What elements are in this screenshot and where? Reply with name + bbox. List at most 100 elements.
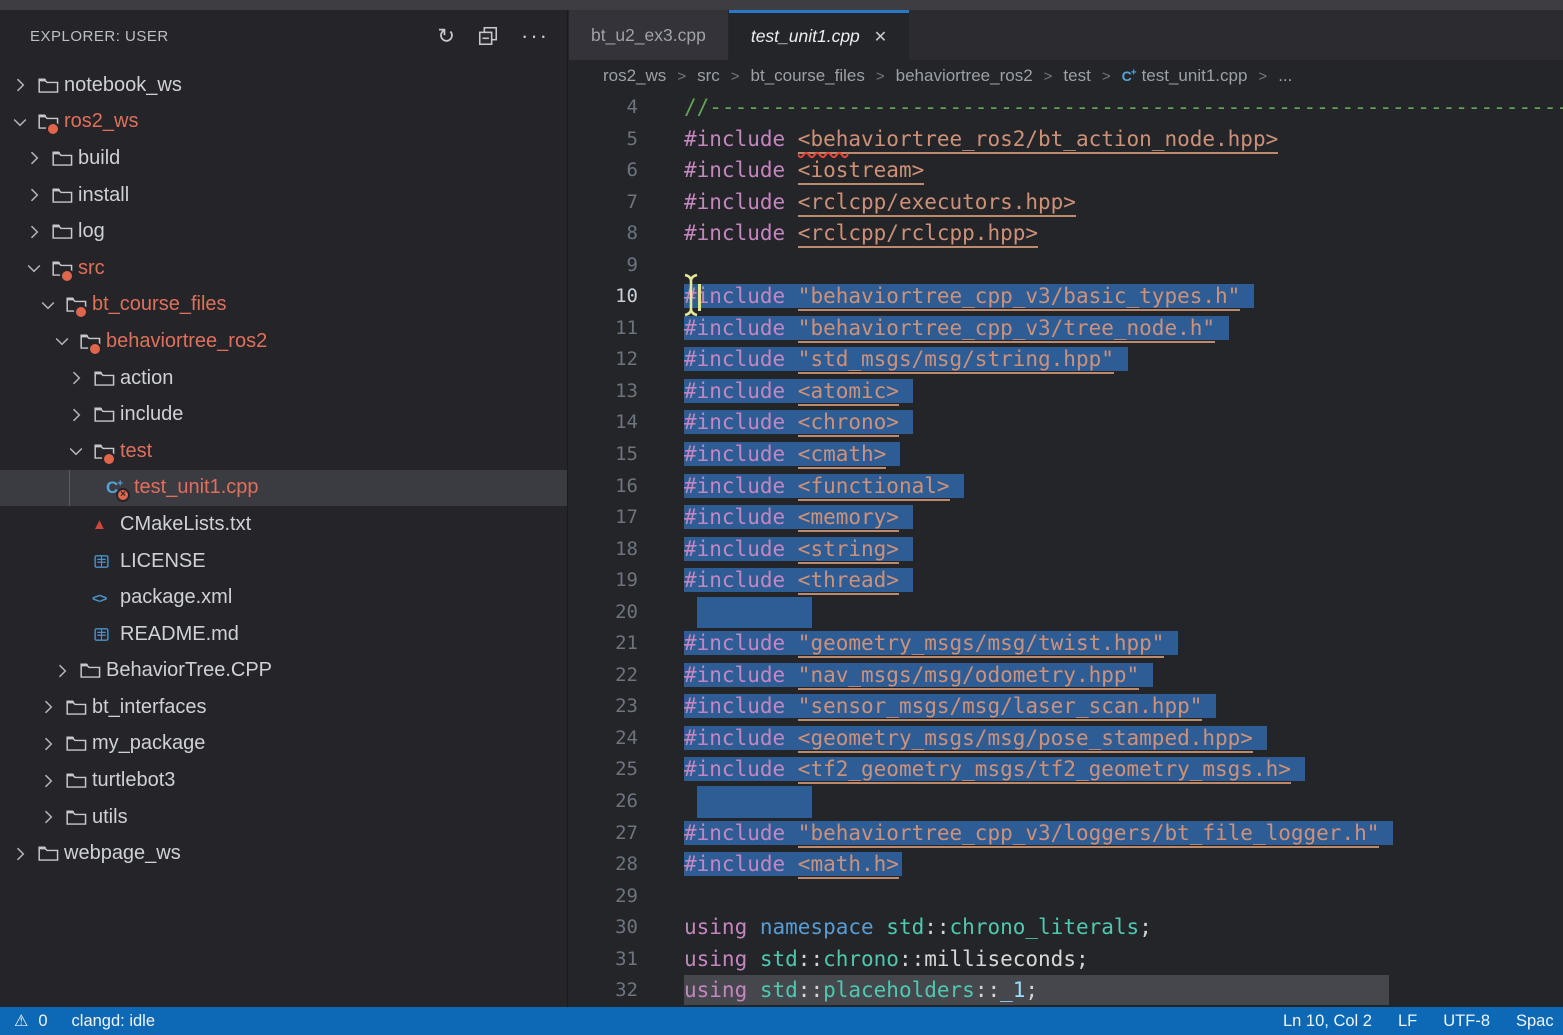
code-line-5[interactable]: 5#include <behaviortree_ros2/bt_action_n… [569,124,1563,156]
tree-item-build[interactable]: build [0,140,567,177]
code-line-30[interactable]: 30using namespace std::chrono_literals; [569,912,1563,944]
tab-test_unit1.cpp[interactable]: test_unit1.cpp✕ [729,10,909,60]
status-left: ⚠ 0 clangd: idle [14,1007,155,1035]
code-line-21[interactable]: 21#include "geometry_msgs/msg/twist.hpp" [569,628,1563,660]
code-line-18[interactable]: 18#include <string> [569,534,1563,566]
tree-item-label: bt_interfaces [92,696,207,719]
line-content: #include <behaviortree_ros2/bt_action_no… [684,124,1278,156]
token: #include [684,537,798,561]
breadcrumb-item-...[interactable]: ... [1278,66,1292,86]
code-line-32[interactable]: 32using std::placeholders::_1; [569,975,1563,1007]
breadcrumb-item-ros2_ws[interactable]: ros2_ws [603,66,666,86]
line-content: #include <string> [684,534,913,566]
breadcrumb-item-behaviortree_ros2[interactable]: behaviortree_ros2 [896,66,1033,86]
token: //--------------------------------------… [684,95,1563,119]
tree-item-log[interactable]: log [0,213,567,250]
tree-item-include[interactable]: include [0,396,567,433]
tree-item-webpage_ws[interactable]: webpage_ws [0,835,567,872]
token: std [760,947,798,971]
code-line-27[interactable]: 27#include "behaviortree_cpp_v3/loggers/… [569,818,1563,850]
warning-icon[interactable]: ⚠ [14,1011,28,1031]
code-line-31[interactable]: 31using std::chrono::milliseconds; [569,944,1563,976]
tree-item-action[interactable]: action [0,360,567,397]
breadcrumb-item-bt_course_files[interactable]: bt_course_files [751,66,865,86]
code-line-26[interactable]: 26 [569,786,1563,818]
code-line-8[interactable]: 8#include <rclcpp/rclcpp.hpp> [569,218,1563,250]
token: <functional> [798,474,950,501]
tree-item-src[interactable]: src [0,250,567,287]
code-line-24[interactable]: 24#include <geometry_msgs/msg/pose_stamp… [569,723,1563,755]
explorer-sidebar: EXPLORER: USER ↻··· notebook_wsros2_wsbu… [0,10,568,1007]
chevron-down-icon [10,112,36,132]
code-line-15[interactable]: 15#include <cmath> [569,439,1563,471]
tree-item-LICENSE[interactable]: LICENSE [0,543,567,580]
collapse-all-icon[interactable] [477,25,499,47]
line-content [684,597,812,629]
line-content: #include "sensor_msgs/msg/laser_scan.hpp… [684,691,1216,723]
code-line-6[interactable]: 6#include <iostream> [569,155,1563,187]
selection-highlight: #include <tf2_geometry_msgs/tf2_geometry… [684,757,1305,781]
code-area[interactable]: 4//-------------------------------------… [569,92,1563,1007]
tree-item-test[interactable]: test [0,433,567,470]
code-line-4[interactable]: 4//-------------------------------------… [569,92,1563,124]
tree-item-label: log [78,220,105,243]
chevron-right-icon [52,661,78,681]
line-number: 11 [569,313,638,345]
tree-item-turtlebot3[interactable]: turtlebot3 [0,762,567,799]
close-icon[interactable]: ✕ [874,27,887,47]
tree-item-bt_course_files[interactable]: bt_course_files [0,287,567,324]
tree-item-bt_interfaces[interactable]: bt_interfaces [0,689,567,726]
code-line-28[interactable]: 28#include <math.h> [569,849,1563,881]
encoding-indicator[interactable]: UTF-8 [1443,1012,1490,1031]
folder-icon [92,404,120,425]
chevron-right-icon [38,697,64,717]
code-line-25[interactable]: 25 #include <tf2_geometry_msgs/tf2_geomet… [569,754,1563,786]
indent-indicator[interactable]: Spac [1516,1012,1554,1031]
tree-item-my_package[interactable]: my_package [0,726,567,763]
code-line-12[interactable]: 12#include "std_msgs/msg/string.hpp" [569,344,1563,376]
selection-highlight: #include "nav_msgs/msg/odometry.hpp" [684,663,1153,687]
tree-item-notebook_ws[interactable]: notebook_ws [0,67,567,104]
code-line-10[interactable]: 10#include "behaviortree_cpp_v3/basic_ty… [569,281,1563,313]
line-number: 29 [569,881,638,913]
tree-item-README.md[interactable]: README.md [0,616,567,653]
code-line-22[interactable]: 22#include "nav_msgs/msg/odometry.hpp" [569,660,1563,692]
ellipsis-icon[interactable]: ··· [521,23,549,49]
tree-item-behaviortree_ros2[interactable]: behaviortree_ros2 [0,323,567,360]
code-line-23[interactable]: 23#include "sensor_msgs/msg/laser_scan.h… [569,691,1563,723]
cursor-position[interactable]: Ln 10, Col 2 [1283,1012,1372,1031]
code-line-16[interactable]: 16#include <functional> [569,471,1563,503]
line-number: 19 [569,565,638,597]
cpp-icon: C+ [1122,66,1136,86]
tree-item-label: bt_course_files [92,293,227,316]
warning-count[interactable]: 0 [38,1012,47,1031]
tree-item-utils[interactable]: utils [0,799,567,836]
breadcrumb-item-test_unit1.cpp[interactable]: C+test_unit1.cpp [1122,66,1248,86]
line-number: 12 [569,344,638,376]
code-line-20[interactable]: 20 [569,597,1563,629]
code-line-9[interactable]: 9 [569,250,1563,282]
token: #include [684,663,798,687]
tree-item-test_unit1.cpp[interactable]: C+×test_unit1.cpp [0,470,567,507]
eol-indicator[interactable]: LF [1398,1012,1417,1031]
breadcrumb-item-src[interactable]: src [697,66,720,86]
code-line-13[interactable]: 13#include <atomic> [569,376,1563,408]
tree-item-ros2_ws[interactable]: ros2_ws [0,104,567,141]
tab-bt_u2_ex3.cpp[interactable]: bt_u2_ex3.cpp [569,10,729,60]
tree-item-CMakeLists.txt[interactable]: ▲CMakeLists.txt [0,506,567,543]
token: ; [1139,915,1152,939]
code-line-17[interactable]: 17#include <memory> [569,502,1563,534]
breadcrumb-item-test[interactable]: test [1063,66,1090,86]
tree-item-install[interactable]: install [0,177,567,214]
code-line-29[interactable]: 29 [569,881,1563,913]
code-line-7[interactable]: 7#include <rclcpp/executors.hpp> [569,187,1563,219]
line-number: 25 [569,754,638,786]
code-line-14[interactable]: 14#include <chrono> [569,407,1563,439]
tree-item-package.xml[interactable]: <>package.xml [0,579,567,616]
code-line-11[interactable]: 11#include "behaviortree_cpp_v3/tree_nod… [569,313,1563,345]
language-server-status[interactable]: clangd: idle [72,1012,155,1031]
tree-item-label: behaviortree_ros2 [106,330,267,353]
code-line-19[interactable]: 19#include <thread> [569,565,1563,597]
tree-item-BehaviorTree.CPP[interactable]: BehaviorTree.CPP [0,653,567,690]
refresh-icon[interactable]: ↻ [437,24,455,49]
